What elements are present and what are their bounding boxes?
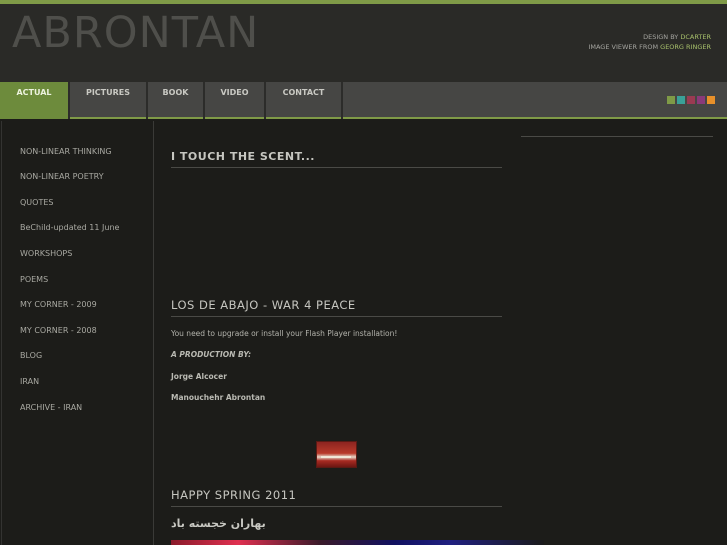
credit-manouchehr-abrontan: Manouchehr Abrontan [171,393,266,402]
sidebar-item-workshops[interactable]: WORKSHOPS [20,249,72,258]
sidebar-item-non-linear-thinking[interactable]: NON-LINEAR THINKING [20,147,112,156]
sidebar-item-iran[interactable]: IRAN [20,377,39,386]
post-title-happy-spring[interactable]: HAPPY SPRING 2011 [171,488,502,507]
tab-video[interactable]: VIDEO [205,82,266,119]
main-nav: ACTUAL PICTURES BOOK VIDEO CONTACT [0,82,727,119]
theme-swatch-orange[interactable] [707,96,715,104]
sidebar-item-bechild[interactable]: BeChild-updated 11 June [20,223,119,232]
post-title-touch-the-scent[interactable]: I TOUCH THE SCENT... [171,150,502,168]
flash-player-message: You need to upgrade or install your Flas… [171,329,398,338]
sidebar-item-my-corner-2008[interactable]: MY CORNER - 2008 [20,326,97,335]
site-header: ABRONTAN DESIGN BY DCARTER IMAGE VIEWER … [0,4,727,82]
credit-jorge-alcocer: Jorge Alcocer [171,372,227,381]
tab-pictures[interactable]: PICTURES [70,82,148,119]
theme-swatch-maroon[interactable] [687,96,695,104]
sidebar-item-my-corner-2009[interactable]: MY CORNER - 2009 [20,300,97,309]
credit-design-link[interactable]: DCARTER [680,33,711,41]
theme-swatch-purple[interactable] [697,96,705,104]
tab-actual[interactable]: ACTUAL [0,82,70,119]
thumbnail-detail [321,456,351,458]
right-column-divider [521,136,713,137]
credit-design-prefix: DESIGN BY [643,33,679,41]
spring-banner-image[interactable] [171,540,544,545]
post-title-los-de-abajo[interactable]: LOS DE ABAJO - WAR 4 PEACE [171,298,502,317]
post-thumbnail-image[interactable] [316,441,357,468]
site-title[interactable]: ABRONTAN [12,8,259,58]
credit-viewer-prefix: IMAGE VIEWER FROM [588,42,659,51]
sidebar-item-blog[interactable]: BLOG [20,351,42,360]
credit-viewer-link[interactable]: GEORG RINGER [660,43,711,51]
tab-book[interactable]: BOOK [148,82,205,119]
theme-swatch-teal[interactable] [677,96,685,104]
production-label: A PRODUCTION BY: [171,350,252,359]
color-theme-swatches [665,96,715,104]
sidebar-item-poems[interactable]: POEMS [20,275,48,284]
theme-swatch-green[interactable] [667,96,675,104]
sidebar-item-quotes[interactable]: QUOTES [20,198,53,207]
credits: DESIGN BY DCARTER IMAGE VIEWER FROM GEOR… [588,33,711,52]
sidebar: NON-LINEAR THINKING NON-LINEAR POETRY QU… [1,121,154,545]
tab-contact[interactable]: CONTACT [266,82,343,119]
farsi-greeting: بهاران خجسته باد [171,517,266,530]
sidebar-item-non-linear-poetry[interactable]: NON-LINEAR POETRY [20,172,104,181]
sidebar-item-archive-iran[interactable]: ARCHIVE - IRAN [20,403,82,412]
